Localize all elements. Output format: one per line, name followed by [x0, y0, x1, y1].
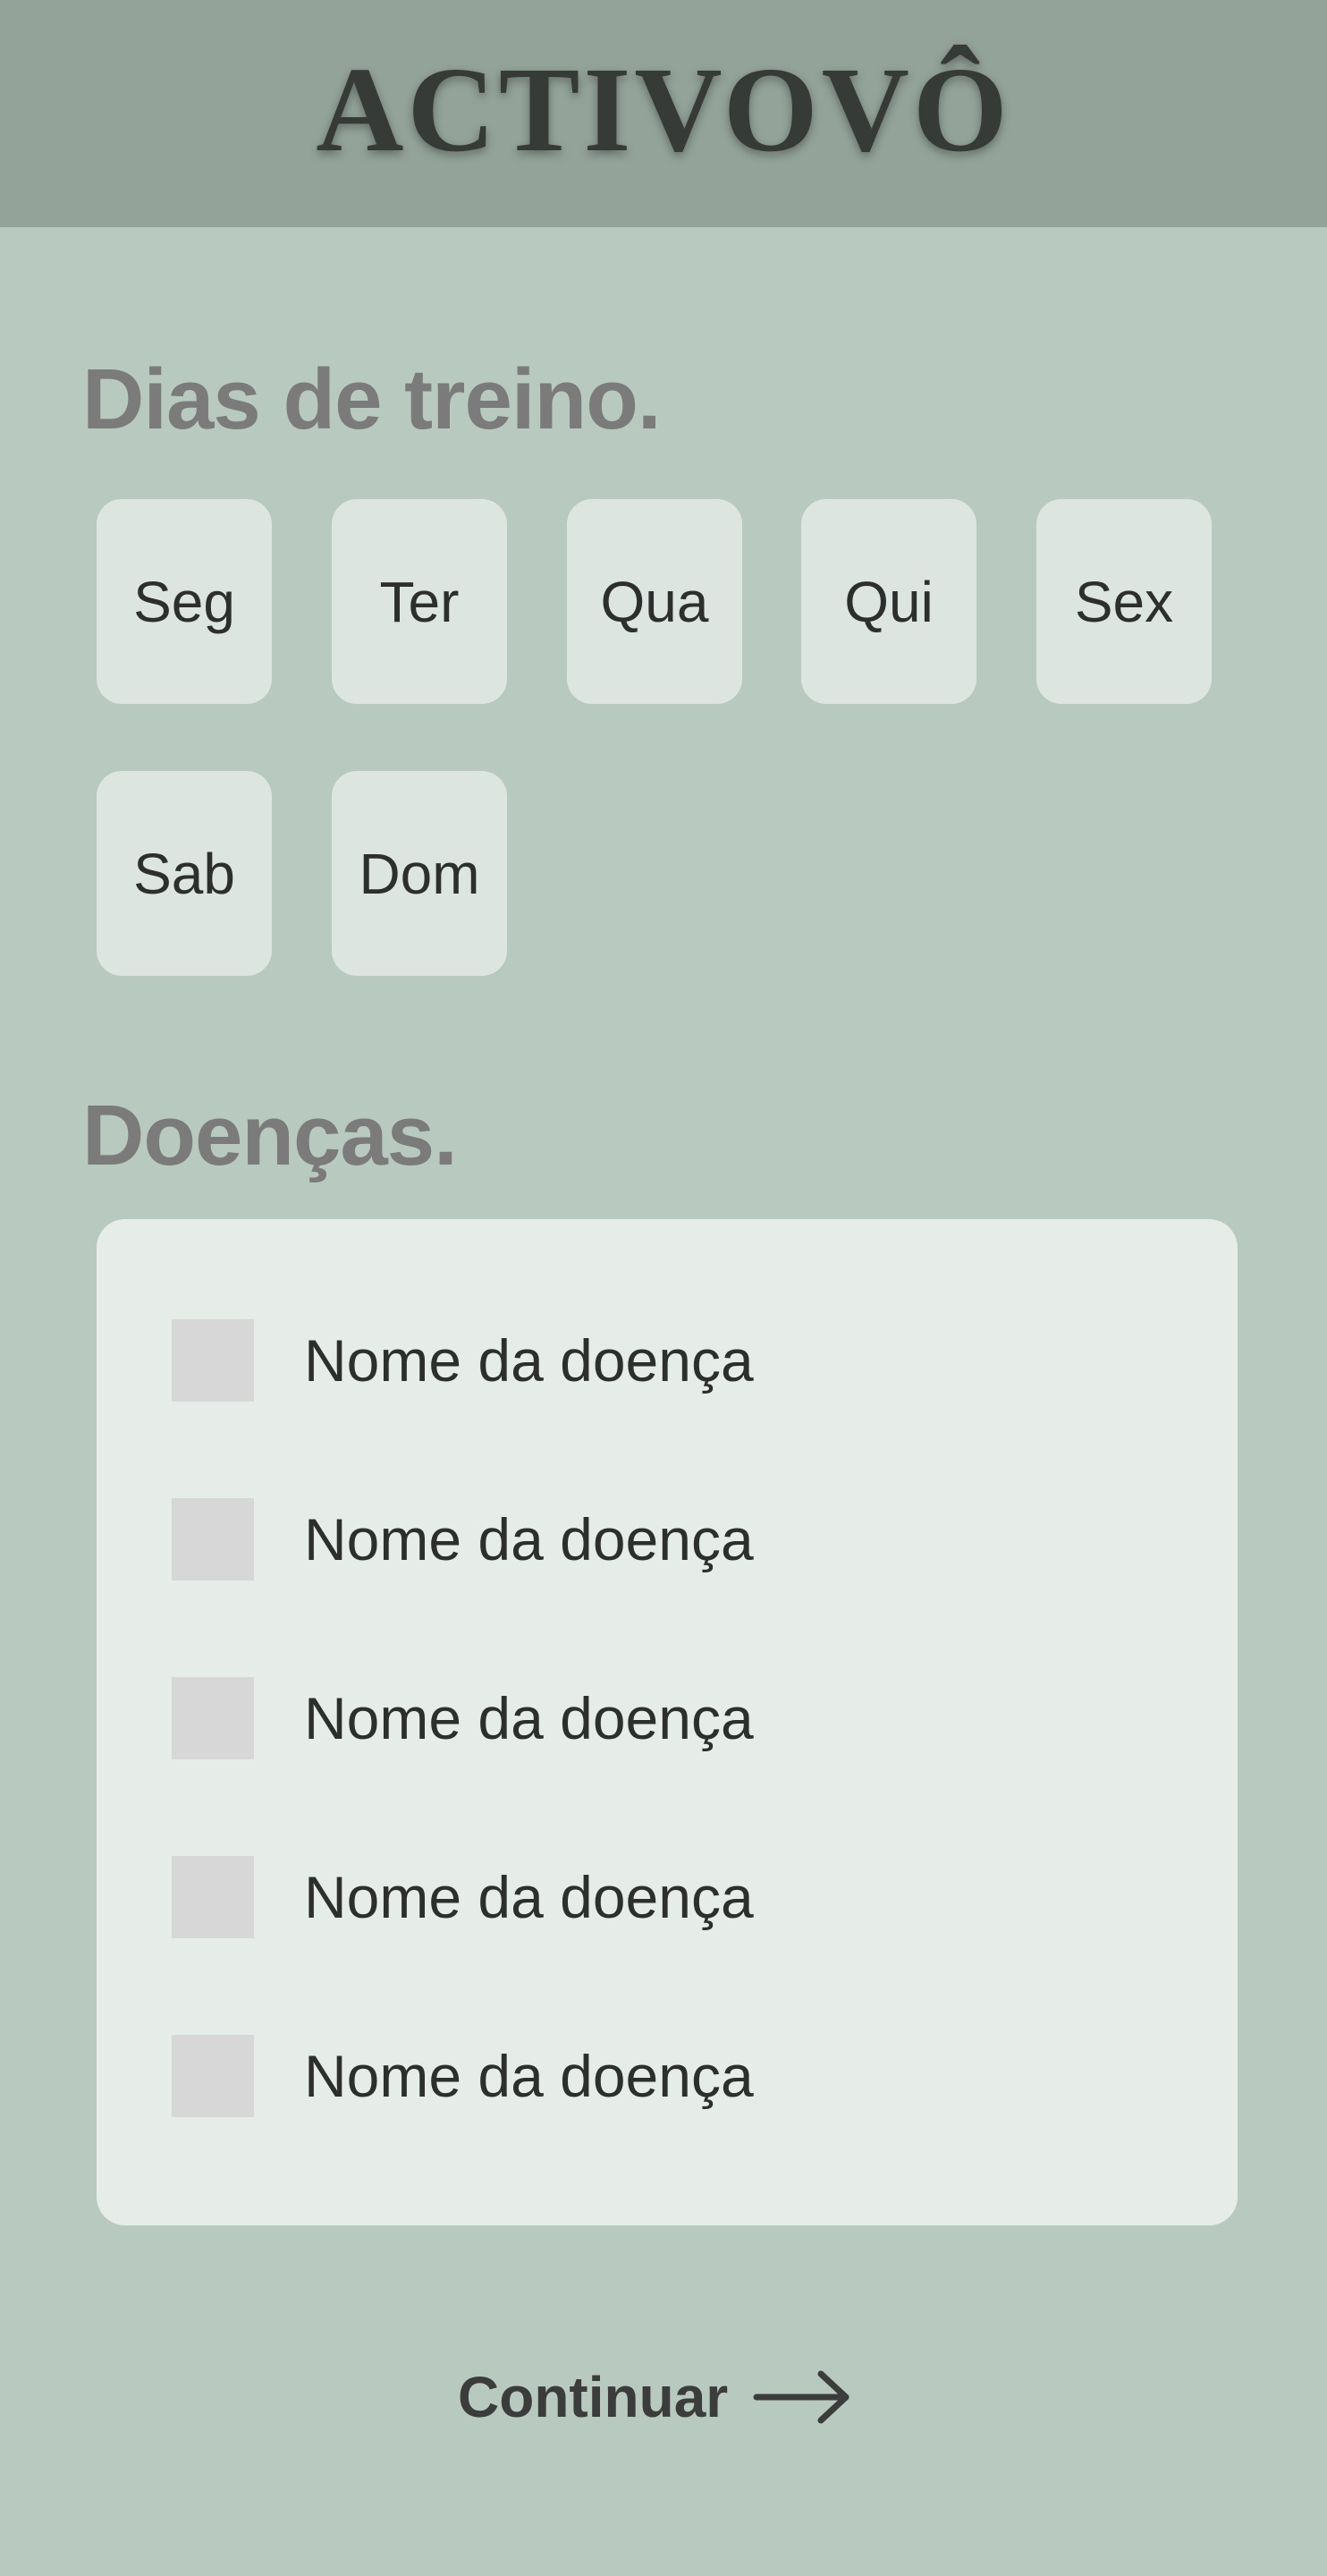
day-button-qui[interactable]: Qui: [801, 499, 976, 704]
day-button-dom[interactable]: Dom: [332, 771, 507, 976]
day-label: Sab: [133, 841, 235, 906]
continue-label: Continuar: [458, 2365, 729, 2429]
continue-button[interactable]: Continuar: [458, 2352, 853, 2442]
disease-checkbox[interactable]: [172, 1498, 254, 1580]
disease-label: Nome da doença: [304, 2043, 754, 2109]
app-header: ACTIVOVÔ: [0, 0, 1327, 227]
day-label: Qua: [600, 569, 709, 634]
training-days-title: Dias de treino.: [82, 352, 661, 447]
disease-label: Nome da doença: [304, 1864, 754, 1930]
disease-checkbox[interactable]: [172, 1856, 254, 1938]
diseases-card: Nome da doença Nome da doença Nome da do…: [97, 1219, 1238, 2225]
disease-item[interactable]: Nome da doença: [172, 1856, 754, 1938]
disease-item[interactable]: Nome da doença: [172, 1319, 754, 1402]
disease-label: Nome da doença: [304, 1685, 754, 1751]
arrow-right-icon: [753, 2370, 849, 2424]
disease-label: Nome da doença: [304, 1506, 754, 1572]
day-button-sex[interactable]: Sex: [1036, 499, 1212, 704]
day-button-qua[interactable]: Qua: [567, 499, 742, 704]
day-button-sab[interactable]: Sab: [97, 771, 272, 976]
disease-item[interactable]: Nome da doença: [172, 1498, 754, 1580]
disease-item[interactable]: Nome da doença: [172, 2035, 754, 2117]
day-label: Dom: [359, 841, 480, 906]
disease-checkbox[interactable]: [172, 1677, 254, 1759]
day-label: Qui: [844, 569, 934, 634]
day-button-ter[interactable]: Ter: [332, 499, 507, 704]
disease-item[interactable]: Nome da doença: [172, 1677, 754, 1759]
disease-checkbox[interactable]: [172, 1319, 254, 1402]
diseases-title: Doenças.: [82, 1088, 458, 1183]
day-label: Seg: [133, 569, 235, 634]
app-title: ACTIVOVÔ: [316, 43, 1011, 177]
disease-checkbox[interactable]: [172, 2035, 254, 2117]
day-button-seg[interactable]: Seg: [97, 499, 272, 704]
disease-label: Nome da doença: [304, 1327, 754, 1394]
day-label: Sex: [1074, 569, 1174, 634]
day-label: Ter: [379, 569, 460, 634]
